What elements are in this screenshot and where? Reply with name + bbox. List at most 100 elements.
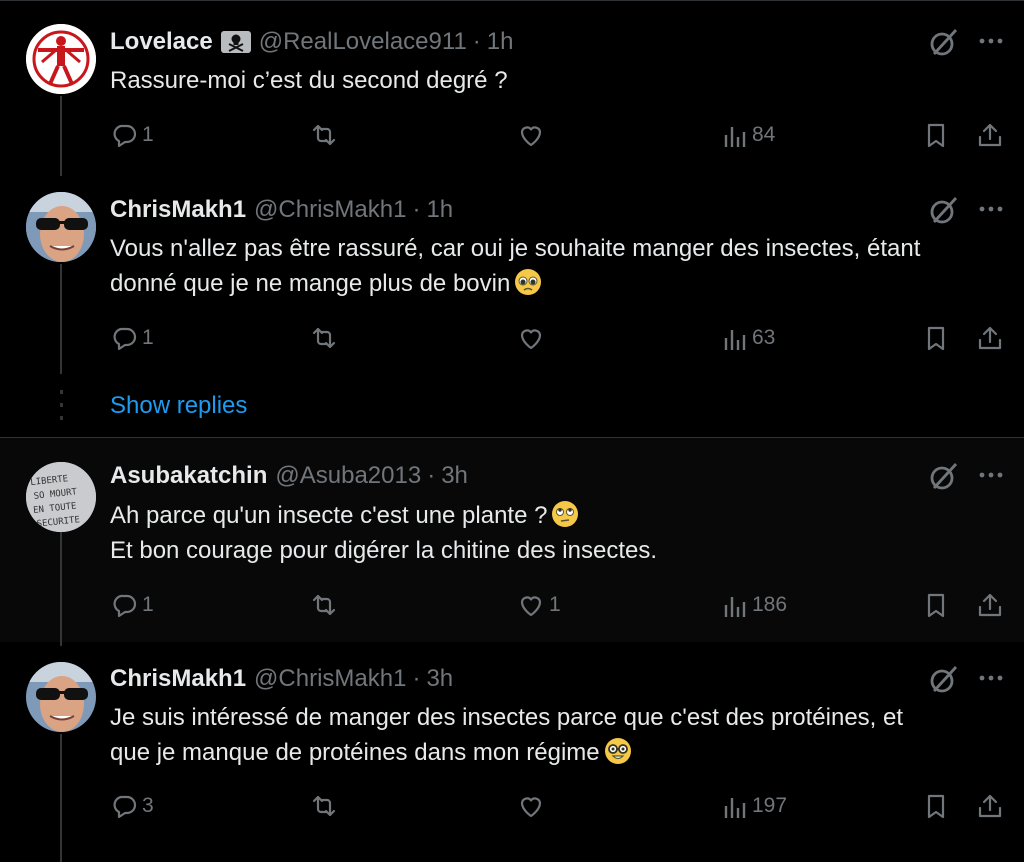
retweet-icon	[312, 124, 336, 146]
reply-button[interactable]: 1	[110, 117, 154, 153]
display-name[interactable]: ChrisMakh1	[110, 196, 246, 224]
bookmark-button[interactable]	[922, 320, 950, 356]
like-button[interactable]	[517, 117, 545, 153]
share-icon	[978, 593, 1002, 617]
tweet-text-line: que je manque de protéines dans mon régi…	[110, 739, 600, 766]
tweet-actions: 3 197	[0, 788, 1024, 824]
timestamp[interactable]: 3h	[426, 665, 453, 693]
bookmark-button[interactable]	[922, 788, 950, 824]
views-button[interactable]: 186	[720, 587, 787, 623]
view-count: 197	[752, 794, 788, 817]
bookmark-button[interactable]	[922, 117, 950, 153]
tweet-text-line: Vous n'allez pas être rassuré, car oui j…	[110, 235, 921, 262]
bookmark-icon	[927, 593, 945, 618]
reply-count: 3	[142, 794, 154, 817]
nerd-face-icon	[604, 737, 632, 765]
user-handle[interactable]: @ChrisMakh1	[254, 196, 406, 224]
more-options-icon[interactable]	[974, 458, 1008, 492]
reply-button[interactable]: 1	[110, 320, 154, 356]
display-name[interactable]: Lovelace	[110, 28, 213, 56]
share-button[interactable]	[976, 587, 1004, 623]
bookmark-icon	[927, 123, 945, 148]
heart-icon	[520, 596, 542, 617]
avatar[interactable]: LIBERTE SO MOURT EN TOUTE SECURITE	[26, 462, 96, 532]
retweet-button[interactable]	[310, 788, 338, 824]
tweet-asubakatchin[interactable]: LIBERTE SO MOURT EN TOUTE SECURITE Asuba…	[0, 438, 1024, 646]
tweet-text-line: Rassure-moi c’est du second degré ?	[110, 67, 508, 94]
tweet-text-line-with-emoji: Ah parce qu'un insecte c'est une plante …	[110, 498, 1010, 533]
tweet-lovelace[interactable]: Lovelace @RealLovelace911 · 1h Rassure-m…	[0, 0, 1024, 176]
bookmark-button[interactable]	[922, 587, 950, 623]
tweet-text-line: Et bon courage pour digérer la chitine d…	[110, 537, 657, 564]
avatar[interactable]	[26, 662, 96, 732]
grok-icon[interactable]	[926, 24, 962, 60]
like-button[interactable]	[517, 320, 545, 356]
share-button[interactable]	[976, 788, 1004, 824]
timestamp[interactable]: 1h	[426, 196, 453, 224]
views-button[interactable]: 84	[720, 117, 775, 153]
reply-button[interactable]: 1	[110, 587, 154, 623]
separator-dot: ·	[427, 462, 436, 489]
reply-icon	[113, 327, 137, 351]
analytics-icon	[724, 798, 746, 818]
like-button[interactable]: 1	[517, 587, 561, 623]
like-button[interactable]	[517, 788, 545, 824]
separator-dot: ·	[412, 665, 421, 692]
avatar[interactable]	[26, 24, 96, 94]
face-with-rolling-eyes-icon	[551, 500, 579, 528]
timestamp[interactable]: 1h	[487, 28, 514, 56]
more-options-icon[interactable]	[974, 192, 1008, 226]
like-count: 1	[549, 593, 561, 616]
grok-icon[interactable]	[926, 661, 962, 697]
share-icon	[978, 326, 1002, 350]
reply-icon	[113, 795, 137, 819]
retweet-icon	[312, 594, 336, 616]
reply-count: 1	[142, 326, 154, 349]
reply-count: 1	[142, 593, 154, 616]
display-name[interactable]: Asubakatchin	[110, 462, 267, 490]
show-replies-link[interactable]: Show replies	[110, 388, 247, 424]
share-button[interactable]	[976, 117, 1004, 153]
grok-icon[interactable]	[926, 192, 962, 228]
user-handle[interactable]: @ChrisMakh1	[254, 665, 406, 693]
timestamp[interactable]: 3h	[441, 462, 468, 490]
tweet-text: Ah parce qu'un insecte c'est une plante …	[110, 498, 1010, 568]
share-button[interactable]	[976, 320, 1004, 356]
share-icon	[978, 794, 1002, 818]
retweet-button[interactable]	[310, 587, 338, 623]
analytics-icon	[724, 127, 746, 147]
tweet-header: Asubakatchin @Asuba2013 · 3h	[110, 461, 468, 491]
heart-icon	[520, 126, 542, 147]
avatar[interactable]	[26, 192, 96, 262]
reply-icon	[113, 594, 137, 618]
tweet-actions: 1 84	[0, 117, 1024, 153]
more-options-icon[interactable]	[974, 661, 1008, 695]
views-button[interactable]: 63	[720, 320, 775, 356]
more-options-icon[interactable]	[974, 24, 1008, 58]
reply-button[interactable]: 3	[110, 788, 154, 824]
tweet-text-line-with-emoji: donné que je ne mange plus de bovin	[110, 266, 1010, 301]
analytics-icon	[724, 330, 746, 350]
grok-icon[interactable]	[926, 458, 962, 494]
tweet-text-line-with-emoji: que je manque de protéines dans mon régi…	[110, 735, 1010, 770]
separator-dot: ·	[472, 28, 481, 55]
tweet-chrismakh1-reply[interactable]: ChrisMakh1 @ChrisMakh1 · 3h Je suis inté…	[0, 642, 1024, 862]
bookmark-icon	[927, 794, 945, 819]
tweet-text-line: Ah parce qu'un insecte c'est une plante …	[110, 502, 548, 529]
reply-icon	[113, 124, 137, 148]
heart-icon	[520, 797, 542, 818]
heart-icon	[520, 329, 542, 350]
view-count: 63	[752, 326, 776, 349]
user-handle[interactable]: @Asuba2013	[275, 462, 421, 490]
display-name[interactable]: ChrisMakh1	[110, 665, 246, 693]
retweet-button[interactable]	[310, 117, 338, 153]
tweet-header: ChrisMakh1 @ChrisMakh1 · 3h	[110, 664, 453, 694]
share-icon	[978, 123, 1002, 147]
tweet-text-line: Je suis intéressé de manger des insectes…	[110, 704, 904, 731]
views-button[interactable]: 197	[720, 788, 787, 824]
thread-dots	[60, 390, 63, 422]
user-handle[interactable]: @RealLovelace911	[259, 28, 467, 56]
tweet-actions: 1 1 186	[0, 587, 1024, 623]
retweet-button[interactable]	[310, 320, 338, 356]
pleading-face-icon	[514, 268, 542, 296]
